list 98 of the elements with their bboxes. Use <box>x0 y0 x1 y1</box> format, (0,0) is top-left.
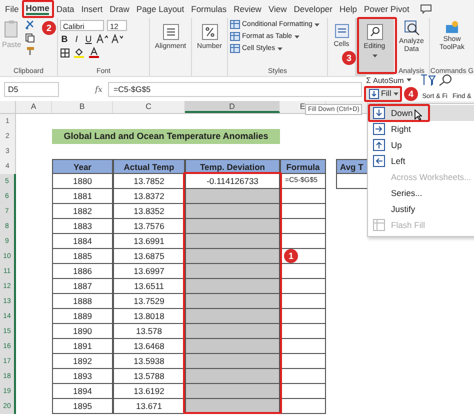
table-cell: 1882 <box>52 204 113 219</box>
table-cell <box>280 339 326 354</box>
up-arrow-icon <box>373 139 385 151</box>
italic-button[interactable]: I <box>72 34 81 44</box>
table-cell <box>280 294 326 309</box>
table-cell: 1888 <box>52 294 113 309</box>
highlight-frame <box>357 17 397 74</box>
cells-icon[interactable] <box>334 24 348 38</box>
caret-icon[interactable] <box>294 34 300 38</box>
font-color-icon[interactable] <box>88 47 100 58</box>
sheet-title: Global Land and Ocean Temperature Anomalies <box>52 129 280 144</box>
menu-item[interactable]: Right <box>368 121 474 137</box>
table-cell <box>280 219 326 234</box>
format-painter-icon[interactable] <box>25 46 36 56</box>
highlight-frame <box>368 104 430 122</box>
table-header: Formula <box>280 159 326 174</box>
table-header: Year <box>52 159 113 174</box>
table-cell <box>280 399 326 414</box>
ribbon-tab[interactable]: Developer <box>294 4 332 14</box>
search-icon[interactable] <box>438 74 452 86</box>
ribbon-tab[interactable]: Review <box>234 4 262 14</box>
underline-button[interactable]: U <box>84 34 93 44</box>
highlight-frame <box>364 86 402 102</box>
column-header[interactable]: B <box>52 101 113 113</box>
table-cell <box>280 264 326 279</box>
ribbon-tab[interactable]: Home <box>26 3 50 15</box>
sort-filter-icon[interactable] <box>420 74 436 86</box>
highlight-frame <box>22 0 54 18</box>
table-cell <box>280 189 326 204</box>
comment-icon[interactable] <box>420 4 432 14</box>
column-header[interactable]: D <box>185 101 280 113</box>
table-cell <box>280 369 326 384</box>
menu-item[interactable]: Series... <box>368 185 474 201</box>
caret-icon <box>372 54 378 58</box>
table-cell: 1890 <box>52 324 113 339</box>
name-box[interactable]: D5 <box>4 82 59 96</box>
table-cell: 1895 <box>52 399 113 414</box>
table-cell: 13.7852 <box>113 174 185 189</box>
analyze-data-icon[interactable] <box>404 20 420 36</box>
column-header[interactable]: A <box>16 101 52 113</box>
table-cell <box>280 234 326 249</box>
formula-field[interactable]: =C5-$G$5 <box>108 82 362 96</box>
menu-item[interactable]: Up <box>368 137 474 153</box>
cursor-icon <box>414 109 422 121</box>
fill-color-icon[interactable] <box>73 47 85 58</box>
alignment-icon[interactable] <box>162 24 178 40</box>
table-cell <box>280 324 326 339</box>
toolpak-icon[interactable] <box>444 20 460 34</box>
bold-button[interactable]: B <box>60 34 69 44</box>
caret-icon <box>393 92 400 96</box>
table-cell: 1880 <box>52 174 113 189</box>
insert-function-button[interactable]: fx <box>95 84 102 94</box>
table-cell: 1892 <box>52 354 113 369</box>
style-icon <box>230 44 240 53</box>
table-cell: 1885 <box>52 249 113 264</box>
ribbon-tab[interactable]: Power Pivot <box>364 4 410 14</box>
table-cell: 1891 <box>52 339 113 354</box>
table-cell <box>280 279 326 294</box>
fill-down-icon <box>369 88 379 98</box>
ribbon-tab[interactable]: Data <box>56 4 74 14</box>
ribbon-tab[interactable]: Help <box>339 4 357 14</box>
table-cell: 1881 <box>52 189 113 204</box>
menu-item[interactable]: Justify <box>368 201 474 217</box>
style-icon <box>230 32 240 41</box>
table-cell: 1886 <box>52 264 113 279</box>
ribbon-tab[interactable]: View <box>268 4 287 14</box>
table-cell <box>280 354 326 369</box>
cut-icon[interactable] <box>25 20 36 30</box>
ribbon-tab[interactable]: Insert <box>81 4 103 14</box>
borders-icon[interactable] <box>60 48 70 58</box>
table-cell: 1884 <box>52 234 113 249</box>
copy-icon[interactable] <box>25 33 36 43</box>
ribbon-tab[interactable]: Draw <box>110 4 130 14</box>
ribbon-tab[interactable]: Formulas <box>191 4 227 14</box>
step-badge: 1 <box>284 249 298 263</box>
shrink-font-icon[interactable] <box>111 34 123 44</box>
flash-fill-icon <box>373 219 385 231</box>
ribbon-tab[interactable]: Page Layout <box>136 4 184 14</box>
down-arrow-icon <box>373 107 385 119</box>
table-cell: 1893 <box>52 369 113 384</box>
left-arrow-icon <box>373 155 385 167</box>
table-header: Actual Temp <box>113 159 185 174</box>
grow-font-icon[interactable] <box>96 34 108 44</box>
table-cell <box>280 384 326 399</box>
table-cell: 1889 <box>52 309 113 324</box>
ribbon-tab[interactable]: File <box>5 4 19 14</box>
percent-icon[interactable] <box>202 24 218 40</box>
table-cell <box>280 204 326 219</box>
caret-icon[interactable] <box>314 22 320 26</box>
table-cell: 1883 <box>52 219 113 234</box>
table-cell: 1887 <box>52 279 113 294</box>
caret-icon[interactable] <box>277 46 284 50</box>
search-icon <box>366 24 382 40</box>
autosum-symbol[interactable]: Σ <box>366 76 371 84</box>
style-icon <box>230 20 240 29</box>
right-arrow-icon <box>373 123 385 135</box>
table-cell: 1894 <box>52 384 113 399</box>
table-cell <box>280 309 326 324</box>
